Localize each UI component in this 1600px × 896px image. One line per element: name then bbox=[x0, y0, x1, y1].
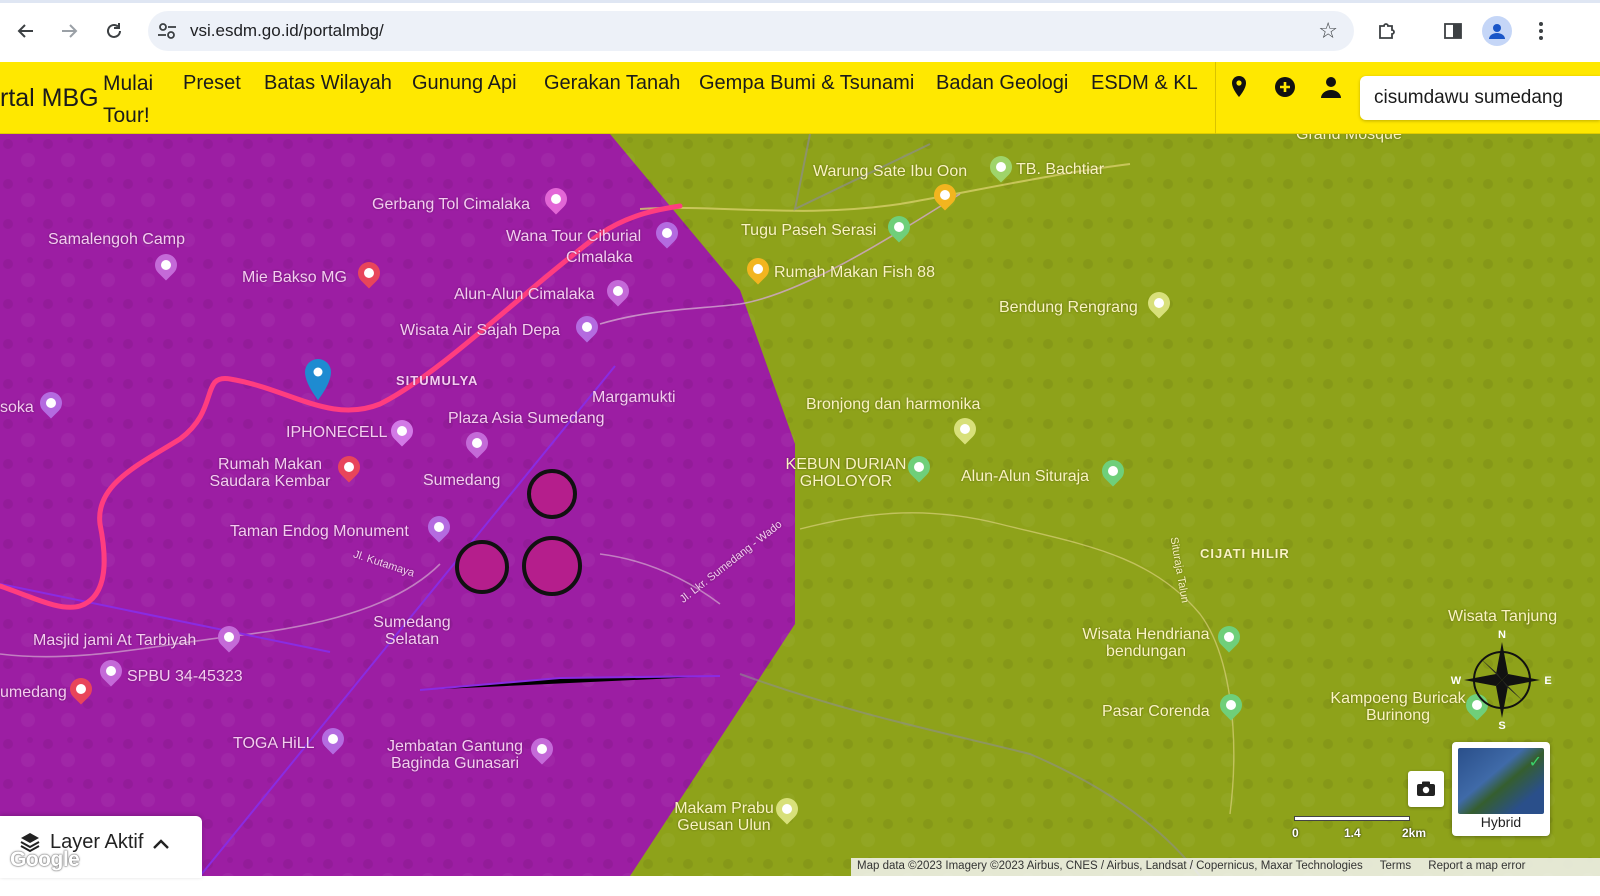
bookmark-star-icon[interactable]: ☆ bbox=[1318, 18, 1338, 44]
attribution-text: Map data ©2023 Imagery ©2023 Airbus, CNE… bbox=[857, 860, 1363, 872]
menu-gunung-api[interactable]: Gunung Api bbox=[412, 72, 517, 95]
scale-tick: 2km bbox=[1402, 826, 1427, 840]
compass-e: E bbox=[1544, 675, 1551, 687]
map-overlay bbox=[0, 134, 1600, 876]
event-marker bbox=[527, 469, 577, 519]
place-label[interactable]: Pasar Corenda bbox=[1102, 703, 1210, 721]
chevron-up-icon bbox=[153, 839, 169, 849]
place-label[interactable]: SPBU 34-45323 bbox=[127, 668, 243, 686]
google-logo: Google bbox=[10, 848, 80, 871]
place-label[interactable]: Grand Mosque bbox=[1296, 134, 1402, 144]
report-error-link[interactable]: Report a map error bbox=[1428, 860, 1525, 872]
scale-bar: 0 1.4 2km bbox=[1288, 810, 1438, 844]
event-marker bbox=[522, 536, 582, 596]
compass-n: N bbox=[1498, 630, 1506, 641]
app-navbar: rtal MBG Mulai Tour! Preset Batas Wilaya… bbox=[0, 62, 1600, 134]
place-label[interactable]: Mie Bakso MG bbox=[242, 269, 347, 287]
map-attribution: Map data ©2023 Imagery ©2023 Airbus, CNE… bbox=[851, 858, 1600, 876]
person-icon bbox=[1489, 24, 1505, 39]
place-label[interactable]: Rumah Makan Fish 88 bbox=[774, 264, 935, 282]
brand-title[interactable]: rtal MBG bbox=[0, 84, 99, 113]
place-label[interactable]: Margamukti bbox=[592, 389, 676, 407]
place-label[interactable]: Jembatan Gantung Baginda Gunasari bbox=[380, 738, 530, 772]
place-label[interactable]: Bendung Rengrang bbox=[999, 299, 1138, 317]
compass-w: W bbox=[1451, 675, 1462, 687]
place-label[interactable]: Gerbang Tol Cimalaka bbox=[372, 196, 530, 214]
forward-button[interactable] bbox=[54, 16, 84, 46]
place-label[interactable]: Wisata Hendriana bendungan bbox=[1076, 626, 1216, 660]
menu-gerakan-tanah[interactable]: Gerakan Tanah bbox=[544, 72, 680, 95]
menu-gempa-bumi[interactable]: Gempa Bumi & Tsunami bbox=[699, 72, 914, 95]
basemap-toggle[interactable]: ✓ Hybrid bbox=[1452, 742, 1550, 836]
menu-badan-geologi[interactable]: Badan Geologi bbox=[936, 72, 1068, 95]
place-label[interactable]: Wana Tour Ciburial bbox=[506, 228, 641, 246]
terms-link[interactable]: Terms bbox=[1380, 860, 1411, 872]
browser-menu-button[interactable] bbox=[1526, 16, 1556, 46]
place-label[interactable]: TB. Bachtiar bbox=[1016, 161, 1104, 179]
district-label: CIJATI HILIR bbox=[1200, 546, 1290, 561]
place-label[interactable]: Taman Endog Monument bbox=[230, 523, 409, 541]
reload-button[interactable] bbox=[99, 16, 129, 46]
menu-batas-wilayah[interactable]: Batas Wilayah bbox=[264, 72, 392, 95]
camera-icon bbox=[1417, 781, 1435, 796]
scale-line bbox=[1294, 816, 1410, 821]
user-icon[interactable] bbox=[1318, 74, 1344, 100]
kebab-menu-icon bbox=[1539, 22, 1543, 40]
profile-avatar[interactable] bbox=[1482, 16, 1512, 46]
reload-icon bbox=[107, 23, 121, 38]
location-pin-icon[interactable] bbox=[1226, 74, 1252, 100]
place-label[interactable]: Alun-Alun Cimalaka bbox=[454, 286, 595, 304]
extensions-button[interactable] bbox=[1372, 16, 1402, 46]
place-label[interactable]: Samalengoh Camp bbox=[48, 231, 185, 249]
place-label[interactable]: Sumedang bbox=[423, 472, 500, 490]
url-text[interactable]: vsi.esdm.go.id/portalmbg/ bbox=[190, 21, 384, 41]
side-panel-icon bbox=[1444, 23, 1462, 39]
place-label[interactable]: Rumah Makan Saudara Kembar bbox=[205, 456, 335, 490]
place-label[interactable]: Tugu Paseh Serasi bbox=[741, 222, 876, 240]
place-label[interactable]: IPHONECELL bbox=[286, 424, 387, 442]
place-label[interactable]: Masjid jami At Tarbiyah bbox=[33, 632, 196, 650]
place-label[interactable]: Wisata Air Sajah Depa bbox=[400, 322, 560, 340]
screenshot-button[interactable] bbox=[1408, 771, 1444, 807]
place-label[interactable]: Warung Sate Ibu Oon bbox=[813, 163, 967, 181]
place-label[interactable]: Makam Prabu Geusan Ulun bbox=[664, 800, 784, 834]
place-label[interactable]: Sumedang Selatan bbox=[370, 614, 454, 648]
scale-tick: 1.4 bbox=[1344, 826, 1361, 840]
browser-chrome: vsi.esdm.go.id/portalmbg/ ☆ bbox=[0, 0, 1600, 62]
district-label: SITUMULYA bbox=[396, 373, 479, 388]
map-canvas[interactable]: Gerbang Tol Cimalaka Samalengoh Camp Mie… bbox=[0, 134, 1600, 876]
forward-arrow-icon bbox=[62, 24, 78, 38]
back-arrow-icon bbox=[17, 24, 33, 38]
place-label[interactable]: Cimalaka bbox=[566, 249, 633, 267]
address-bar[interactable]: vsi.esdm.go.id/portalmbg/ ☆ bbox=[148, 11, 1354, 51]
site-settings-icon[interactable] bbox=[156, 20, 178, 42]
scale-tick: 0 bbox=[1292, 826, 1299, 840]
place-label[interactable]: TOGA HiLL bbox=[233, 735, 315, 753]
place-label[interactable]: Wisata Tanjung bbox=[1448, 608, 1557, 626]
menu-esdm-kl[interactable]: ESDM & KL bbox=[1091, 72, 1198, 95]
search-input[interactable]: cisumdawu sumedang bbox=[1360, 76, 1600, 120]
place-label[interactable]: KEBUN DURIAN GHOLOYOR bbox=[784, 456, 908, 490]
tab-strip bbox=[0, 0, 1600, 3]
menu-preset[interactable]: Preset bbox=[183, 72, 241, 95]
back-button[interactable] bbox=[11, 16, 41, 46]
place-label[interactable]: umedang bbox=[0, 684, 67, 702]
place-label[interactable]: Bronjong dan harmonika bbox=[806, 396, 980, 414]
compass-s: S bbox=[1498, 720, 1505, 730]
basemap-label: Hybrid bbox=[1480, 814, 1522, 830]
add-circle-icon[interactable] bbox=[1272, 74, 1298, 100]
compass-rose-icon: N E S W bbox=[1451, 630, 1552, 730]
navbar-divider bbox=[1215, 62, 1216, 134]
place-label[interactable]: soka bbox=[0, 399, 34, 417]
place-label[interactable]: Alun-Alun Situraja bbox=[961, 468, 1089, 486]
place-label[interactable]: Kampoeng Buricak Burinong bbox=[1330, 690, 1466, 724]
puzzle-icon bbox=[1379, 23, 1395, 39]
event-marker bbox=[455, 540, 509, 594]
side-panel-button[interactable] bbox=[1438, 16, 1468, 46]
tour-button[interactable]: Mulai Tour! bbox=[103, 68, 173, 132]
place-label[interactable]: Plaza Asia Sumedang bbox=[448, 410, 605, 428]
checkmark-icon: ✓ bbox=[1528, 754, 1542, 771]
